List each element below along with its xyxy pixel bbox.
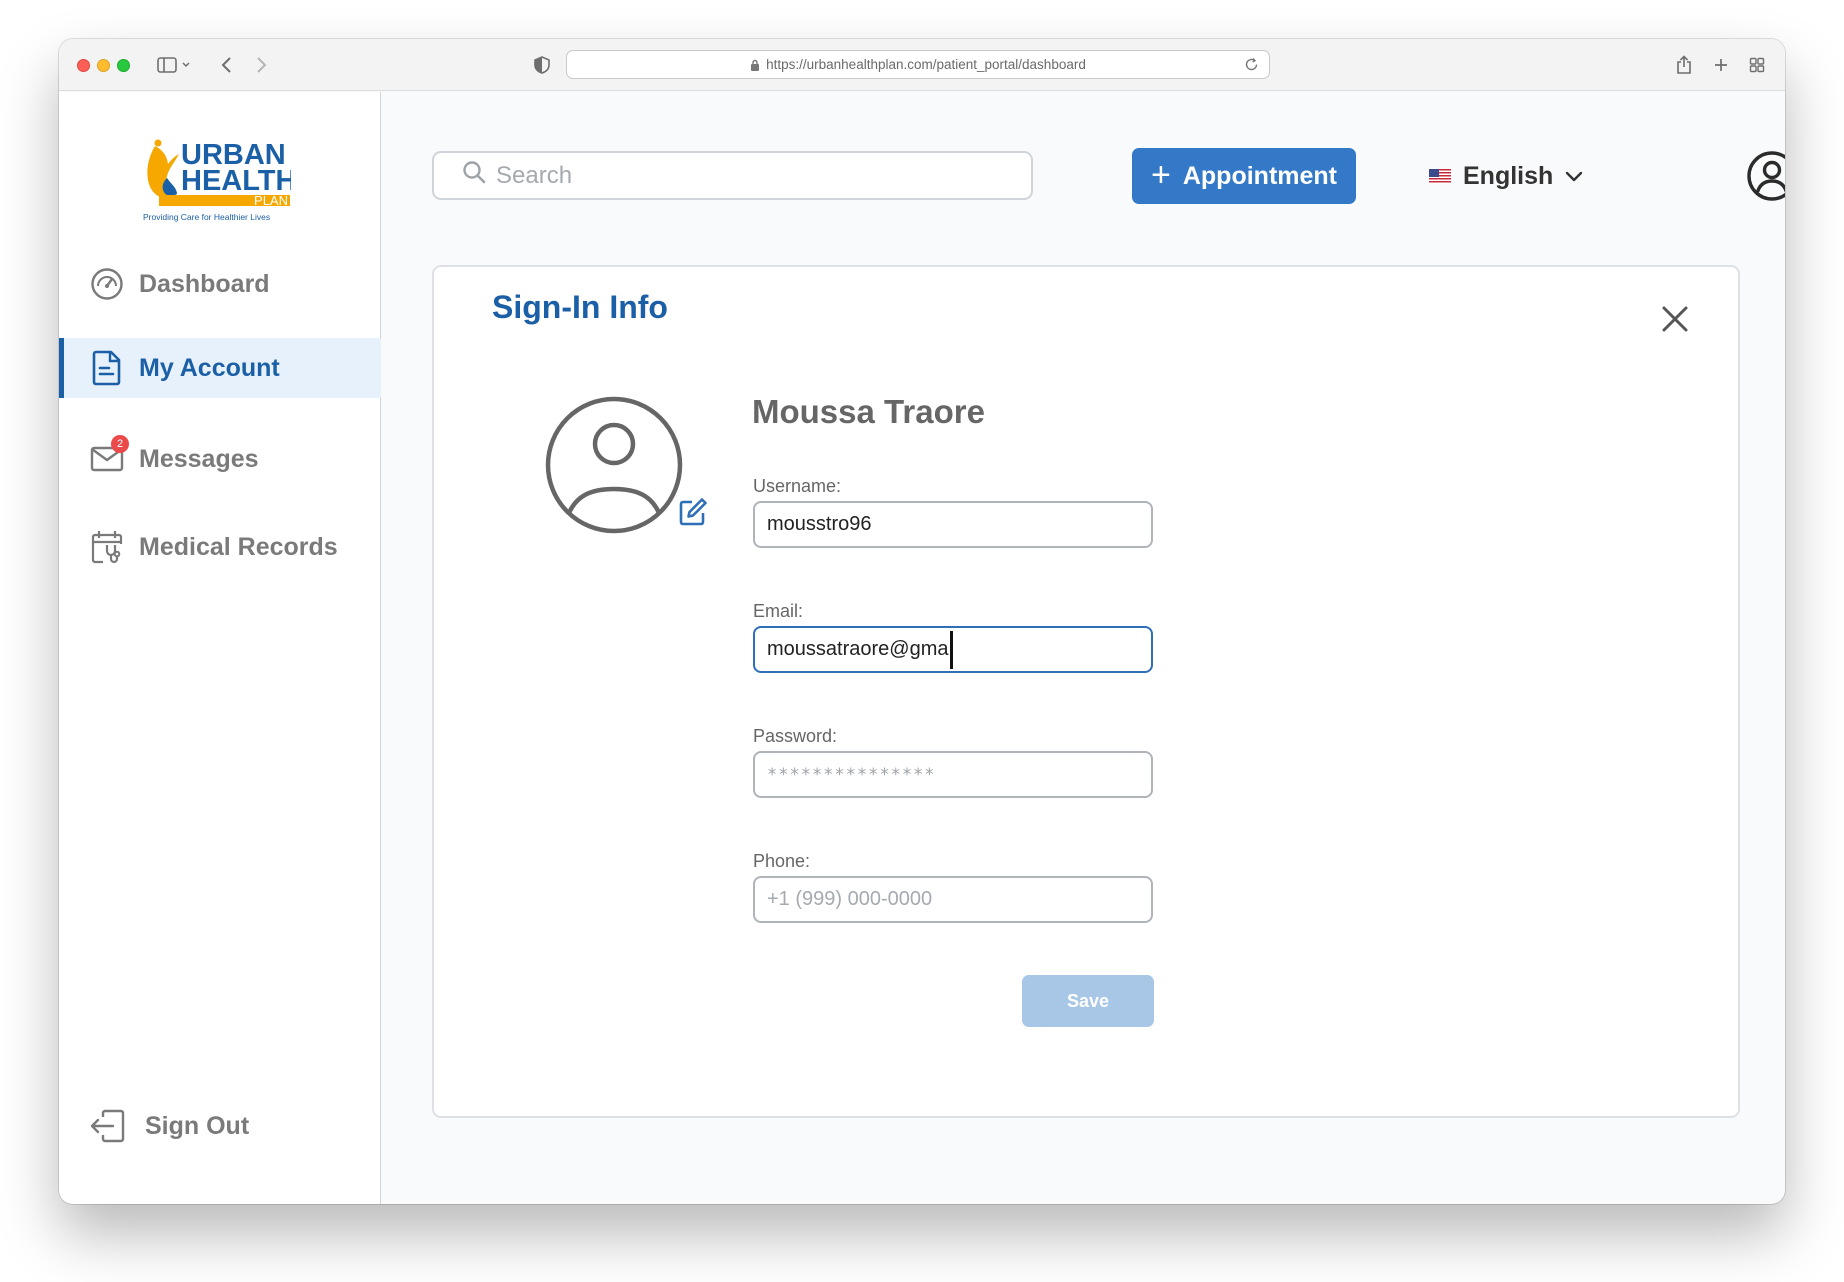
privacy-shield-icon[interactable] xyxy=(531,53,553,77)
sidebar-item-messages[interactable]: 2 Messages xyxy=(59,429,381,489)
username-label: Username: xyxy=(753,476,842,496)
search-box[interactable] xyxy=(432,151,1033,200)
phone-label: Phone: xyxy=(753,851,811,871)
sidebar-toggle-icon[interactable] xyxy=(155,53,195,77)
url-text: https://urbanhealthplan.com/patient_port… xyxy=(766,57,1086,72)
password-field[interactable]: *************** xyxy=(753,751,1153,798)
unread-badge: 2 xyxy=(111,435,129,453)
text-caret xyxy=(950,630,953,669)
us-flag-icon xyxy=(1429,168,1451,184)
search-icon xyxy=(462,160,486,191)
sidebar-item-label: Messages xyxy=(139,444,259,473)
email-label: Email: xyxy=(753,601,804,621)
appointment-label: Appointment xyxy=(1182,161,1337,190)
reload-icon[interactable] xyxy=(1244,57,1259,72)
logo-tagline: Providing Care for Healthier Lives xyxy=(143,212,270,222)
back-icon[interactable] xyxy=(215,53,239,77)
email-field[interactable]: moussatraore@gma xyxy=(753,626,1153,673)
document-icon xyxy=(89,350,125,386)
address-bar[interactable]: https://urbanhealthplan.com/patient_port… xyxy=(566,50,1270,79)
language-label: English xyxy=(1463,161,1554,190)
sidebar-item-label: My Account xyxy=(139,353,280,382)
sidebar-item-my-account[interactable]: My Account xyxy=(59,338,381,398)
email-input[interactable]: moussatraore@gma xyxy=(767,638,948,661)
browser-toolbar: https://urbanhealthplan.com/patient_port… xyxy=(59,39,1785,91)
sidebar: URBAN HEALTH PLAN Providing Care for Hea… xyxy=(59,92,381,1204)
user-name: Moussa Traore xyxy=(752,393,985,430)
lock-icon xyxy=(750,59,760,71)
new-tab-icon[interactable] xyxy=(1710,53,1732,77)
sidebar-item-medical-records[interactable]: Medical Records xyxy=(59,517,381,577)
password-label: Password: xyxy=(753,726,838,746)
browser-window: https://urbanhealthplan.com/patient_port… xyxy=(59,39,1785,1204)
sidebar-item-label: Dashboard xyxy=(139,269,270,298)
sidebar-item-dashboard[interactable]: Dashboard xyxy=(59,254,381,314)
edit-avatar-icon[interactable] xyxy=(678,497,708,527)
calendar-stethoscope-icon xyxy=(89,529,125,565)
add-appointment-button[interactable]: + Appointment xyxy=(1132,148,1356,204)
language-selector[interactable]: English xyxy=(1429,154,1583,198)
phone-input[interactable] xyxy=(767,888,1139,911)
urban-health-plan-logo[interactable]: URBAN HEALTH PLAN Providing Care for Hea… xyxy=(141,134,291,226)
forward-icon[interactable] xyxy=(249,53,273,77)
sign-out-icon xyxy=(89,1108,125,1144)
gauge-icon xyxy=(89,266,125,302)
close-icon[interactable] xyxy=(1659,303,1691,335)
sign-in-info-card: Sign-In Info Moussa Traore Username: Ema… xyxy=(432,265,1740,1118)
username-input[interactable] xyxy=(767,513,1139,536)
maximize-window-button[interactable] xyxy=(117,59,130,72)
sign-out-button[interactable]: Sign Out xyxy=(59,1096,381,1156)
chevron-down-icon xyxy=(1565,170,1583,182)
plus-icon: + xyxy=(1151,155,1171,194)
sign-out-label: Sign Out xyxy=(145,1111,250,1140)
envelope-icon: 2 xyxy=(89,435,129,477)
password-input[interactable]: *************** xyxy=(767,765,936,785)
minimize-window-button[interactable] xyxy=(97,59,110,72)
logo-line3: PLAN xyxy=(254,193,288,208)
username-field[interactable] xyxy=(753,501,1153,548)
sidebar-item-label: Medical Records xyxy=(139,532,338,561)
phone-field[interactable] xyxy=(753,876,1153,923)
tab-overview-icon[interactable] xyxy=(1746,53,1768,77)
card-title: Sign-In Info xyxy=(492,289,668,325)
save-button[interactable]: Save xyxy=(1022,975,1154,1027)
user-profile-icon[interactable] xyxy=(1746,150,1785,202)
avatar xyxy=(545,396,683,534)
close-window-button[interactable] xyxy=(77,59,90,72)
share-icon[interactable] xyxy=(1673,53,1695,77)
main-content: + Appointment English Sign-In Info xyxy=(382,92,1785,1204)
search-input[interactable] xyxy=(496,161,1016,190)
